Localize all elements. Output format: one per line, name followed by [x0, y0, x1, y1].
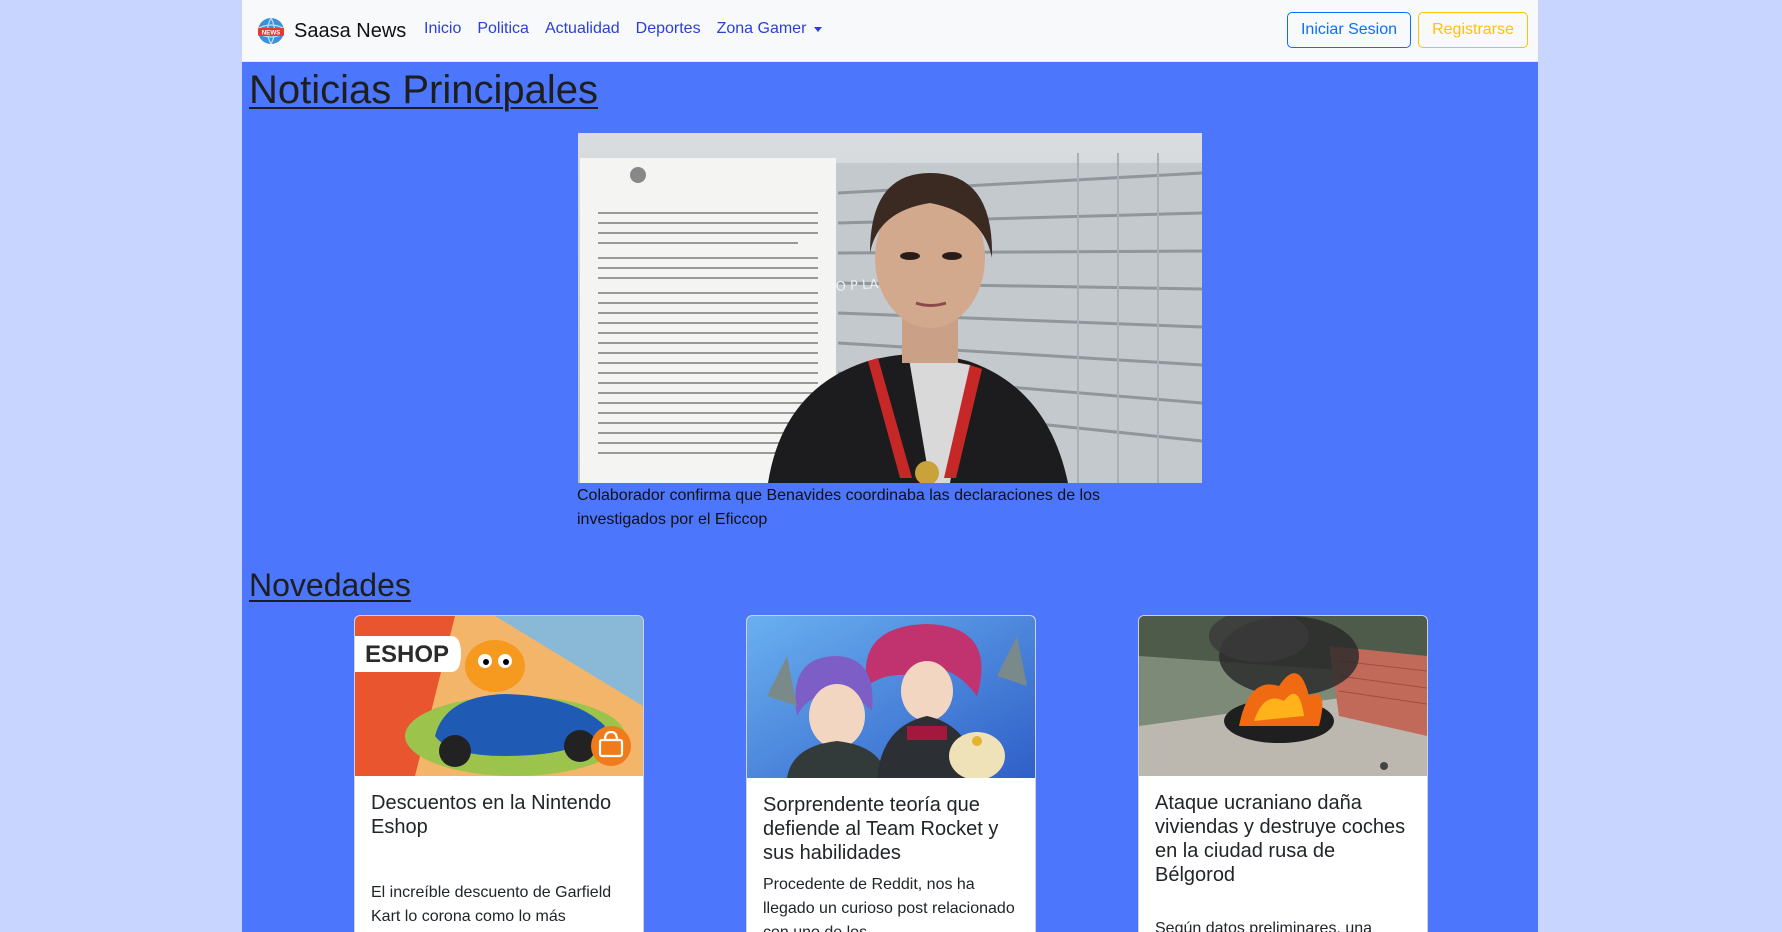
login-button[interactable]: Iniciar Sesion: [1287, 12, 1411, 48]
card-text: Procedente de Reddit, nos ha llegado un …: [763, 876, 1015, 932]
news-card[interactable]: ESHOP Descuentos en la Nintendo Eshop El…: [354, 615, 644, 932]
feature-news-caption[interactable]: Colaborador confirma que Benavides coord…: [577, 484, 1177, 532]
caret-down-icon: [814, 26, 823, 32]
card-body: Descuentos en la Nintendo Eshop El incre…: [355, 776, 643, 932]
news-card[interactable]: Sorprendente teoría que defiende al Team…: [746, 615, 1036, 932]
navbar: NEWS Saasa News Inicio Politica Actualid…: [242, 0, 1538, 62]
register-button[interactable]: Registrarse: [1418, 12, 1528, 48]
card-body: Ataque ucraniano daña viviendas y destru…: [1139, 776, 1427, 932]
brand-name: Saasa News: [294, 19, 407, 42]
nav-link-deportes[interactable]: Deportes: [636, 20, 701, 38]
svg-text:NEWS: NEWS: [262, 29, 281, 36]
nav-link-actualidad[interactable]: Actualidad: [545, 20, 620, 38]
nav-menu: Inicio Politica Actualidad Deportes Zona…: [424, 20, 838, 38]
svg-text:ESHOP: ESHOP: [365, 641, 449, 668]
feature-news-image[interactable]: O P LA NACION: [578, 133, 1202, 483]
nav-dropdown-zona-gamer[interactable]: Zona Gamer: [717, 20, 823, 38]
main-news-heading: Noticias Principales: [249, 68, 599, 112]
nav-dropdown-label: Zona Gamer: [716, 20, 807, 37]
nav-link-politica[interactable]: Politica: [477, 20, 529, 38]
page-container: NEWS Saasa News Inicio Politica Actualid…: [242, 0, 1538, 932]
card-image-belgorod-attack[interactable]: [1139, 616, 1427, 776]
card-image-team-rocket[interactable]: [747, 616, 1035, 778]
globe-news-logo-icon: NEWS: [256, 16, 286, 46]
card-body: Sorprendente teoría que defiende al Team…: [747, 778, 1035, 932]
brand-link[interactable]: NEWS Saasa News: [256, 15, 406, 47]
news-card[interactable]: Ataque ucraniano daña viviendas y destru…: [1138, 615, 1428, 932]
nav-link-inicio[interactable]: Inicio: [424, 20, 461, 38]
card-text: Según datos preliminares, una: [1155, 920, 1373, 932]
card-image-eshop[interactable]: ESHOP: [355, 616, 643, 776]
card-text: El increíble descuento de Garfield Kart …: [371, 884, 612, 925]
card-title[interactable]: Ataque ucraniano daña viviendas y destru…: [1155, 791, 1411, 887]
card-title[interactable]: Descuentos en la Nintendo Eshop: [371, 791, 627, 863]
card-title[interactable]: Sorprendente teoría que defiende al Team…: [763, 793, 1019, 865]
news-section-heading: Novedades: [249, 567, 411, 603]
